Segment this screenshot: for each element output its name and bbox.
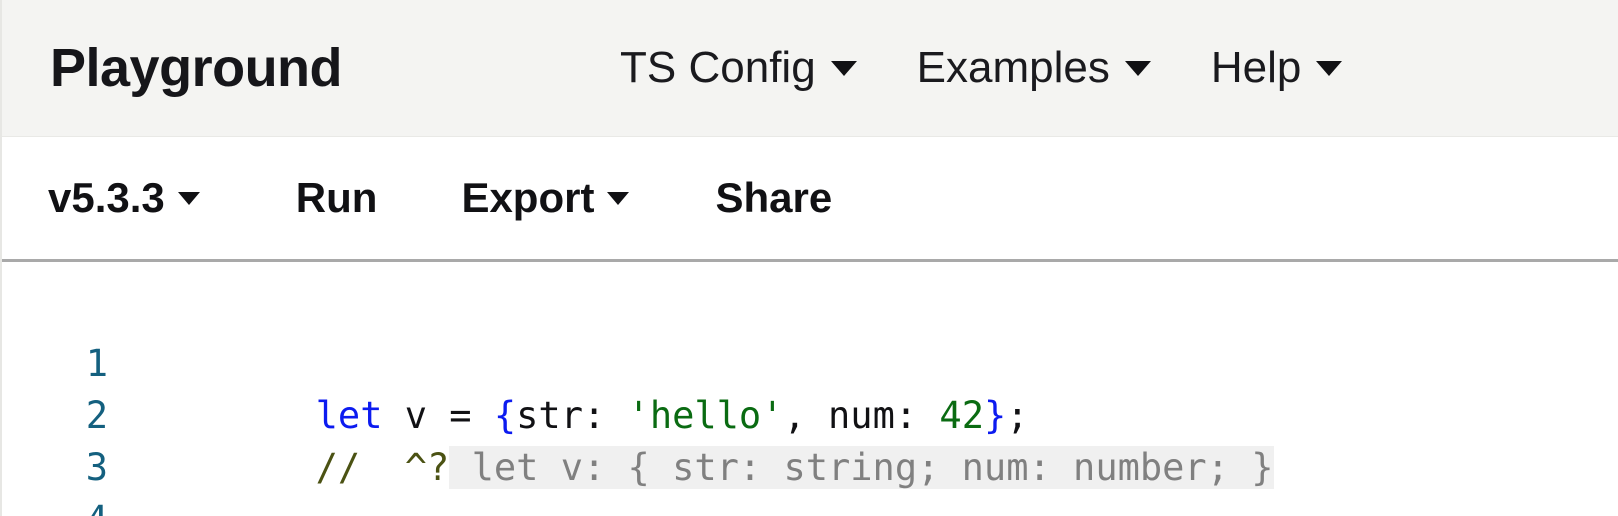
run-button[interactable]: Run [296,174,378,222]
chevron-down-icon [830,60,857,76]
chevron-down-icon [177,191,200,205]
nav-item-ts-config[interactable]: TS Config [620,43,857,93]
code-line[interactable]: 1 let v = {str: 'hello', num: 42}; [2,286,1618,437]
app-header: Playground TS Config Examples Help [2,0,1618,137]
chevron-down-icon [607,191,630,205]
header-nav: TS Config Examples Help [620,43,1343,93]
share-label: Share [715,174,833,221]
share-button[interactable]: Share [715,174,832,222]
code-line[interactable]: 3 [2,390,1618,489]
nav-item-label: Help [1210,43,1302,92]
export-label: Export [461,174,595,221]
page-title: Playground [50,38,343,98]
code-editor[interactable]: 1 let v = {str: 'hello', num: 42}; 2 // … [2,262,1618,516]
editor-toolbar: v5.3.3 Run Export Share [2,137,1618,259]
nav-item-help[interactable]: Help [1211,43,1343,93]
playground-app: Playground TS Config Examples Help v5.3.… [0,0,1618,516]
run-label: Run [295,174,378,221]
version-label: v5.3.3 [48,174,165,221]
line-number: 4 [2,494,108,516]
nav-item-label: TS Config [620,43,816,92]
nav-item-examples[interactable]: Examples [917,43,1151,93]
export-button[interactable]: Export [461,174,630,222]
chevron-down-icon [1124,60,1151,76]
nav-item-label: Examples [916,43,1110,92]
code-line[interactable]: 4 [2,442,1618,516]
version-selector[interactable]: v5.3.3 [48,174,200,222]
chevron-down-icon [1316,60,1343,76]
code-line[interactable]: 2 // ^? let v: { str: string; num: numbe… [2,338,1618,489]
